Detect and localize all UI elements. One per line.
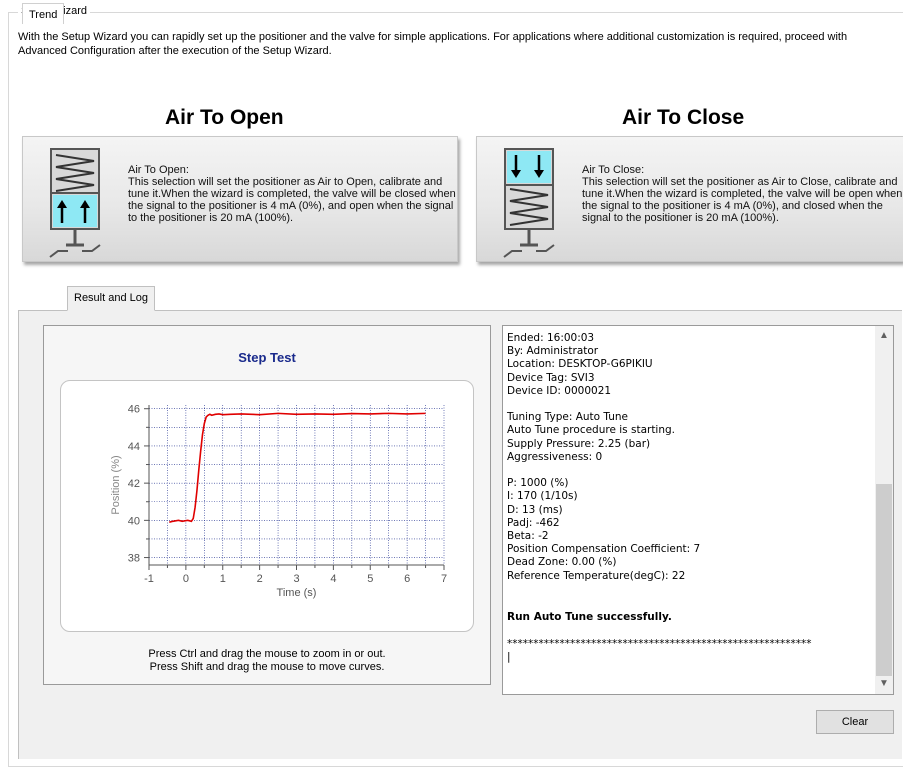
scroll-up-icon[interactable]: ▲ [875,328,893,344]
log-line: | [507,650,511,663]
y-axis-label: Position (%) [110,455,122,514]
air-to-open-heading: Air To Open: [128,164,189,176]
y-tick-label: 40 [128,515,140,527]
log-line: Ended: 16:00:03 [507,332,595,344]
log-scrollbar[interactable]: ▲ ▼ [875,326,893,694]
chart-title: Step Test [238,350,296,365]
log-line: By: Administrator [507,345,599,358]
air-to-close-button[interactable]: Air To Close: This selection will set th… [476,136,903,262]
log-line: Device ID: 0000021 [507,384,612,397]
air-to-close-actuator-icon [503,148,555,258]
plot-card: -1 0 1 2 3 4 5 6 7 38 40 42 44 46 Time (s) Position (%) [60,380,474,632]
y-tick-label: 42 [128,478,140,490]
step-test-plot[interactable]: -1 0 1 2 3 4 5 6 7 38 40 42 44 46 Time (s) Position (%) [61,381,473,631]
x-tick-label: 3 [293,573,299,585]
intro-text: With the Setup Wizard you can rapidly se… [18,31,848,57]
log-line: Location: DESKTOP-G6PIKIU [507,358,653,371]
pan-hint: Press Shift and drag the mouse to move c… [149,661,385,673]
log-line: Auto Tune procedure is starting. [507,424,676,437]
y-tick-label: 44 [128,441,140,453]
log-line: Aggressiveness: 0 [507,450,603,463]
x-tick-label: 4 [330,573,336,585]
x-tick-label: 2 [257,573,263,585]
air-to-open-description: This selection will set the positioner a… [128,176,456,224]
log-line: Supply Pressure: 2.25 (bar) [507,437,651,450]
clear-button[interactable]: Clear [816,710,894,734]
scroll-down-icon[interactable]: ▼ [875,676,893,692]
x-tick-label: 7 [441,573,447,585]
scroll-thumb[interactable] [876,484,892,676]
air-to-close-heading: Air To Close: [582,164,645,176]
result-log-textbox[interactable]: Ended: 16:00:03 By: Administrator Location… [502,325,894,695]
log-line: Tuning Type: Auto Tune [507,411,629,424]
series-line [169,412,426,523]
tab-trend[interactable]: Trend [22,3,65,24]
x-tick-label: 5 [367,573,373,585]
x-tick-label: 6 [404,573,410,585]
air-to-open-actuator-icon [49,148,101,258]
log-text: Ended: 16:00:03 By: Administrator Location… [507,332,873,664]
tab-result-and-log[interactable]: Result and Log [67,286,155,311]
x-tick-label: -1 [144,573,154,585]
x-tick-label: 1 [220,573,226,585]
log-line: I: 170 (1/10s) [507,490,578,503]
log-line: Run Auto Tune successfully. [507,611,672,624]
step-test-chart-panel[interactable]: Step Test -1 0 1 2 3 4 5 6 7 38 40 42 44 46 Time (s) Po… [43,325,491,685]
y-tick-label: 46 [128,404,140,416]
log-line: D: 13 (ms) [507,503,563,516]
air-to-close-description: This selection will set the positioner a… [582,176,903,224]
log-line: Device Tag: SVI3 [507,371,595,384]
log-line: P: 1000 (%) [507,477,569,490]
log-line: ****************************************… [507,637,812,650]
log-line: Beta: -2 [507,530,549,543]
air-to-close-title: Air To Close [622,106,745,129]
log-line: Reference Temperature(degC): 22 [507,569,686,582]
air-to-open-button[interactable]: Air To Open: This selection will set the… [22,136,458,262]
log-line: Position Compensation Coefficient: 7 [507,543,701,556]
log-line: Padj: -462 [507,516,560,529]
x-tick-label: 0 [183,573,189,585]
air-to-open-title: Air To Open [165,106,284,129]
y-tick-label: 38 [128,553,140,565]
zoom-hint: Press Ctrl and drag the mouse to zoom in… [148,648,386,660]
x-axis-label: Time (s) [277,587,317,599]
log-line: Dead Zone: 0.00 (%) [507,556,617,569]
